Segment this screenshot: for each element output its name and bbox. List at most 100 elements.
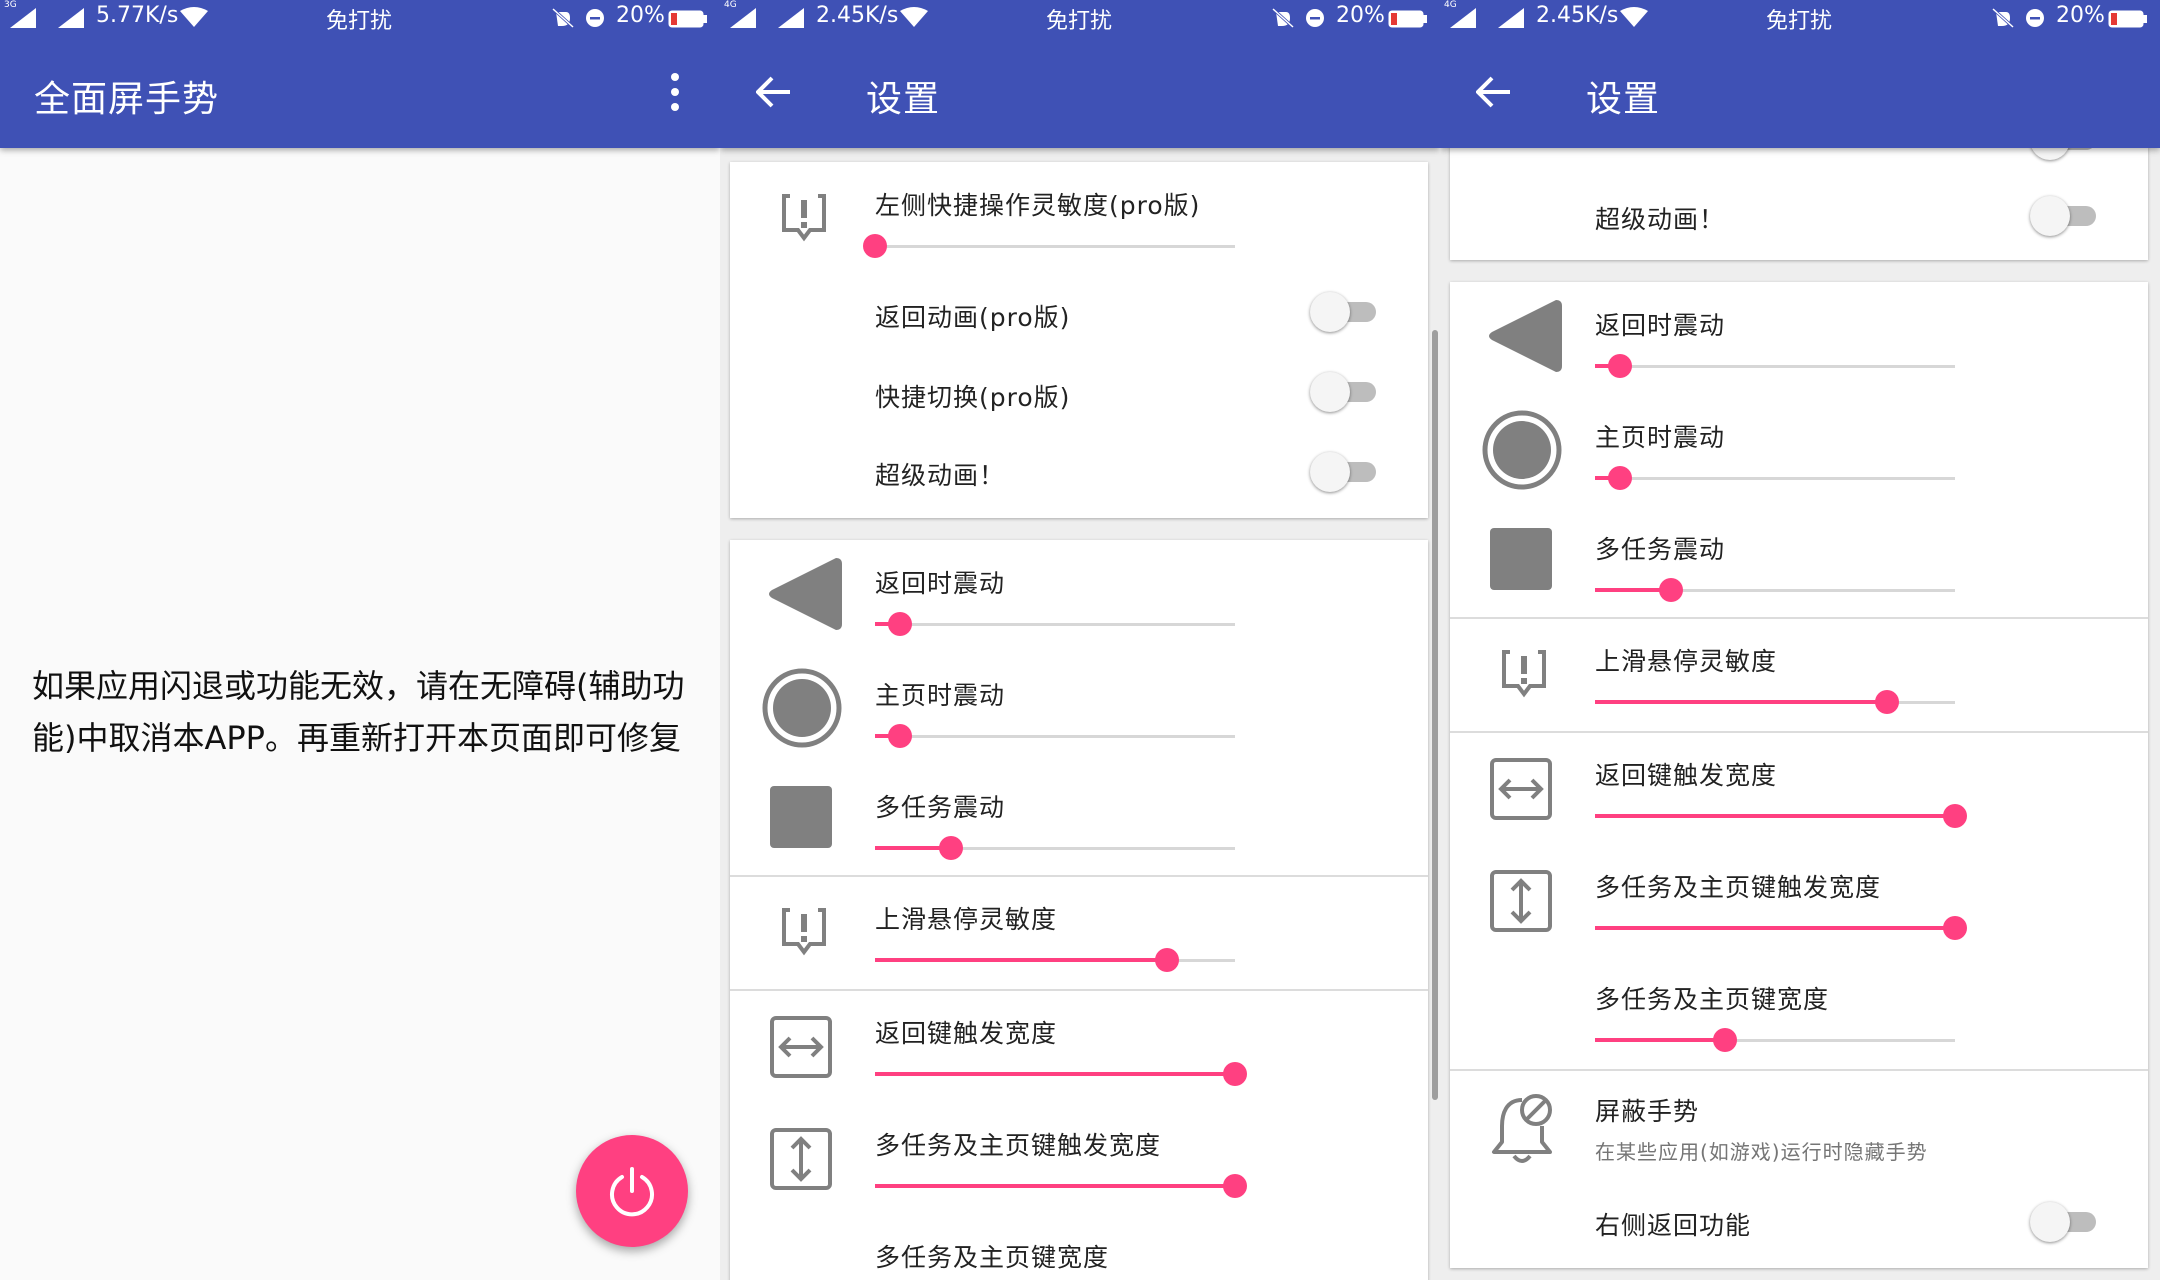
dnd-status: 免打扰	[1766, 9, 1833, 34]
swipe-hover-slider[interactable]	[875, 948, 1365, 972]
gesture-settings-card: 返回时震动 主页时震动 多任务震动 上滑悬停灵敏度 返回键触发宽度 多任务及主页…	[730, 540, 1428, 1280]
recent-home-width-label: 多任务及主页键宽度	[875, 1243, 1110, 1272]
dnd-icon	[586, 9, 604, 27]
network-speed: 2.45K/s	[1536, 3, 1619, 28]
right-back-switch[interactable]	[2030, 1202, 2096, 1242]
recent-vibrate-slider[interactable]	[875, 836, 1365, 860]
swipe-hover-slider[interactable]	[1595, 690, 2085, 714]
vibrate-off-icon	[1272, 8, 1294, 28]
super-animation-switch[interactable]	[2030, 196, 2096, 236]
battery-icon	[1388, 10, 1427, 28]
right-back-label: 右侧返回功能	[1595, 1211, 1752, 1240]
dnd-status: 免打扰	[326, 9, 393, 34]
dnd-icon	[2026, 9, 2044, 27]
divider	[1450, 1069, 2148, 1071]
back-width-label: 返回键触发宽度	[875, 1019, 1058, 1048]
network-speed: 5.77K/s	[96, 3, 179, 28]
app-bar: 设置	[1440, 36, 2160, 148]
recent-square-icon	[1490, 528, 1552, 590]
back-vibrate-label: 返回时震动	[1595, 311, 1726, 340]
pro-settings-card: 左侧快捷操作灵敏度(pro版) 返回动画(pro版) 快捷切换(pro版) 超级…	[730, 162, 1428, 518]
recent-square-icon	[770, 786, 832, 848]
gesture-settings-card: 返回时震动 主页时震动 多任务震动 上滑悬停灵敏度 返回键触发宽度 多任务及主页…	[1450, 282, 2148, 1268]
recent-vibrate-label: 多任务震动	[1595, 535, 1726, 564]
arrow-back-icon[interactable]	[1476, 76, 1512, 108]
super-animation-switch[interactable]	[1310, 452, 1376, 492]
super-animation-label: 超级动画！	[1595, 205, 1726, 234]
home-screen: 3G 5.77K/s 免打扰 20% 全面屏手势 如果应用闪退或功能无效，请在无…	[0, 0, 720, 1280]
dnd-status: 免打扰	[1046, 9, 1113, 34]
power-icon	[610, 1167, 654, 1217]
home-circle-icon	[1482, 410, 1562, 490]
block-gesture-label: 屏蔽手势	[1595, 1097, 1700, 1126]
app-bar: 全面屏手势	[0, 36, 720, 148]
back-triangle-icon	[1489, 300, 1562, 372]
super-animation-label: 超级动画！	[875, 461, 1006, 490]
vibrate-off-icon	[552, 8, 574, 28]
scrollbar[interactable]	[1432, 330, 1438, 1100]
back-animation-switch[interactable]	[1310, 292, 1376, 332]
page-title: 设置	[866, 79, 941, 120]
battery-percent: 20%	[1336, 3, 1385, 28]
divider	[730, 989, 1428, 991]
battery-percent: 20%	[616, 3, 665, 28]
recent-vibrate-label: 多任务震动	[875, 793, 1006, 822]
back-width-slider[interactable]	[875, 1062, 1365, 1086]
horizontal-arrows-icon	[1490, 758, 1552, 820]
back-width-slider[interactable]	[1595, 804, 2085, 828]
divider	[1450, 731, 2148, 733]
recent-home-width-slider[interactable]	[1595, 1028, 2085, 1052]
recent-home-width-label: 多任务及主页键宽度	[1595, 985, 1830, 1014]
home-vibrate-slider[interactable]	[1595, 466, 2085, 490]
app-bar: 设置	[720, 36, 1440, 148]
left-sensitivity-label: 左侧快捷操作灵敏度(pro版)	[875, 191, 1201, 220]
swipe-hover-label: 上滑悬停灵敏度	[875, 905, 1058, 934]
back-triangle-icon	[769, 558, 842, 630]
vertical-arrows-icon	[1490, 870, 1552, 932]
recent-home-trigger-slider[interactable]	[1595, 916, 2085, 940]
app-title: 全面屏手势	[34, 79, 220, 120]
left-sensitivity-slider[interactable]	[863, 234, 1365, 258]
battery-percent: 20%	[2056, 3, 2105, 28]
signal-icon	[1450, 8, 1476, 28]
wifi-icon	[1620, 7, 1648, 27]
vibrate-off-icon	[1992, 8, 2014, 28]
settings-screen: 4G 2.45K/s 免打扰 20% 设置 左侧快捷操作灵敏度(pro版) 返回…	[720, 0, 1440, 1280]
signal-icon	[10, 8, 36, 28]
home-vibrate-label: 主页时震动	[1595, 423, 1726, 452]
divider	[730, 875, 1428, 877]
back-vibrate-slider[interactable]	[1595, 354, 2085, 378]
more-vert-icon[interactable]	[668, 70, 682, 114]
status-bar: 4G 2.45K/s 免打扰 20%	[1440, 0, 2160, 36]
feedback-icon	[782, 908, 826, 956]
block-gesture-subtitle: 在某些应用(如游戏)运行时隐藏手势	[1595, 1140, 1928, 1164]
notifications-off-icon	[1492, 1094, 1552, 1163]
home-vibrate-label: 主页时震动	[875, 681, 1006, 710]
recent-vibrate-slider[interactable]	[1595, 578, 2085, 602]
dnd-icon	[1306, 9, 1324, 27]
recent-home-trigger-slider[interactable]	[875, 1174, 1365, 1198]
divider	[1450, 617, 2148, 619]
back-width-label: 返回键触发宽度	[1595, 761, 1778, 790]
page-title: 设置	[1586, 79, 1661, 120]
network-speed: 2.45K/s	[816, 3, 899, 28]
wifi-icon	[180, 7, 208, 27]
back-vibrate-slider[interactable]	[875, 612, 1365, 636]
back-animation-label: 返回动画(pro版)	[875, 303, 1071, 332]
battery-icon	[2108, 10, 2147, 28]
quick-switch-label: 快捷切换(pro版)	[875, 383, 1071, 412]
quick-switch-switch[interactable]	[1310, 372, 1376, 412]
status-bar: 4G 2.45K/s 免打扰 20%	[720, 0, 1440, 36]
battery-icon	[668, 10, 707, 28]
back-vibrate-label: 返回时震动	[875, 569, 1006, 598]
wifi-icon	[900, 7, 928, 27]
home-vibrate-slider[interactable]	[875, 724, 1365, 748]
warning-message: 如果应用闪退或功能无效，请在无障碍(辅助功能)中取消本APP。再重新打开本页面即…	[32, 667, 685, 757]
signal-icon	[730, 8, 756, 28]
horizontal-arrows-icon	[770, 1016, 832, 1078]
recent-home-trigger-label: 多任务及主页键触发宽度	[1595, 873, 1882, 902]
signal-icon	[58, 8, 84, 28]
power-toggle-button[interactable]	[576, 1135, 688, 1247]
status-bar: 3G 5.77K/s 免打扰 20%	[0, 0, 720, 36]
arrow-back-icon[interactable]	[756, 76, 792, 108]
